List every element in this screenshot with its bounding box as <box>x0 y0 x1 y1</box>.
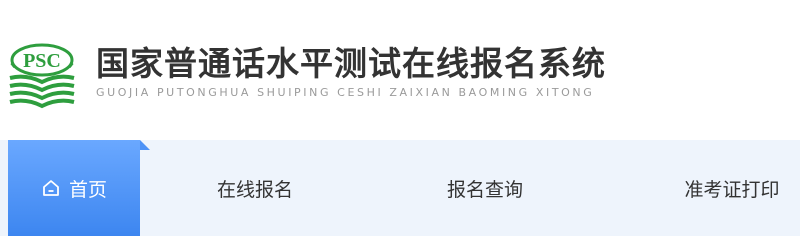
site-title-pinyin: GUOJIA PUTONGHUA SHUIPING CESHI ZAIXIAN … <box>96 86 595 99</box>
nav-item-admission-ticket-print[interactable]: 准考证打印 <box>668 140 796 236</box>
site-title-block: 国家普通话水平测试在线报名系统 GUOJIA PUTONGHUA SHUIPIN… <box>96 44 696 100</box>
nav-item-home[interactable]: 首页 <box>8 140 150 236</box>
home-icon <box>43 180 59 196</box>
nav-item-label: 首页 <box>68 178 107 201</box>
nav-item-registration-query[interactable]: 报名查询 <box>430 140 540 236</box>
psc-logo[interactable]: PSC <box>6 34 78 110</box>
site-header: PSC 国家普通话水平测试在线报名系统 GUOJIA PUTONGHUA SHU… <box>0 0 800 120</box>
psc-logo-icon: PSC <box>9 43 75 109</box>
active-tab-corner <box>140 140 150 150</box>
nav-item-online-registration[interactable]: 在线报名 <box>200 140 310 236</box>
main-nav: 首页 在线报名 报名查询 准考证打印 <box>0 140 800 236</box>
nav-item-label: 报名查询 <box>446 178 523 201</box>
nav-item-label: 在线报名 <box>216 178 293 201</box>
logo-text: PSC <box>23 50 61 72</box>
site-title: 国家普通话水平测试在线报名系统 <box>96 44 606 83</box>
nav-item-label: 准考证打印 <box>684 178 780 201</box>
page: PSC 国家普通话水平测试在线报名系统 GUOJIA PUTONGHUA SHU… <box>0 0 800 249</box>
